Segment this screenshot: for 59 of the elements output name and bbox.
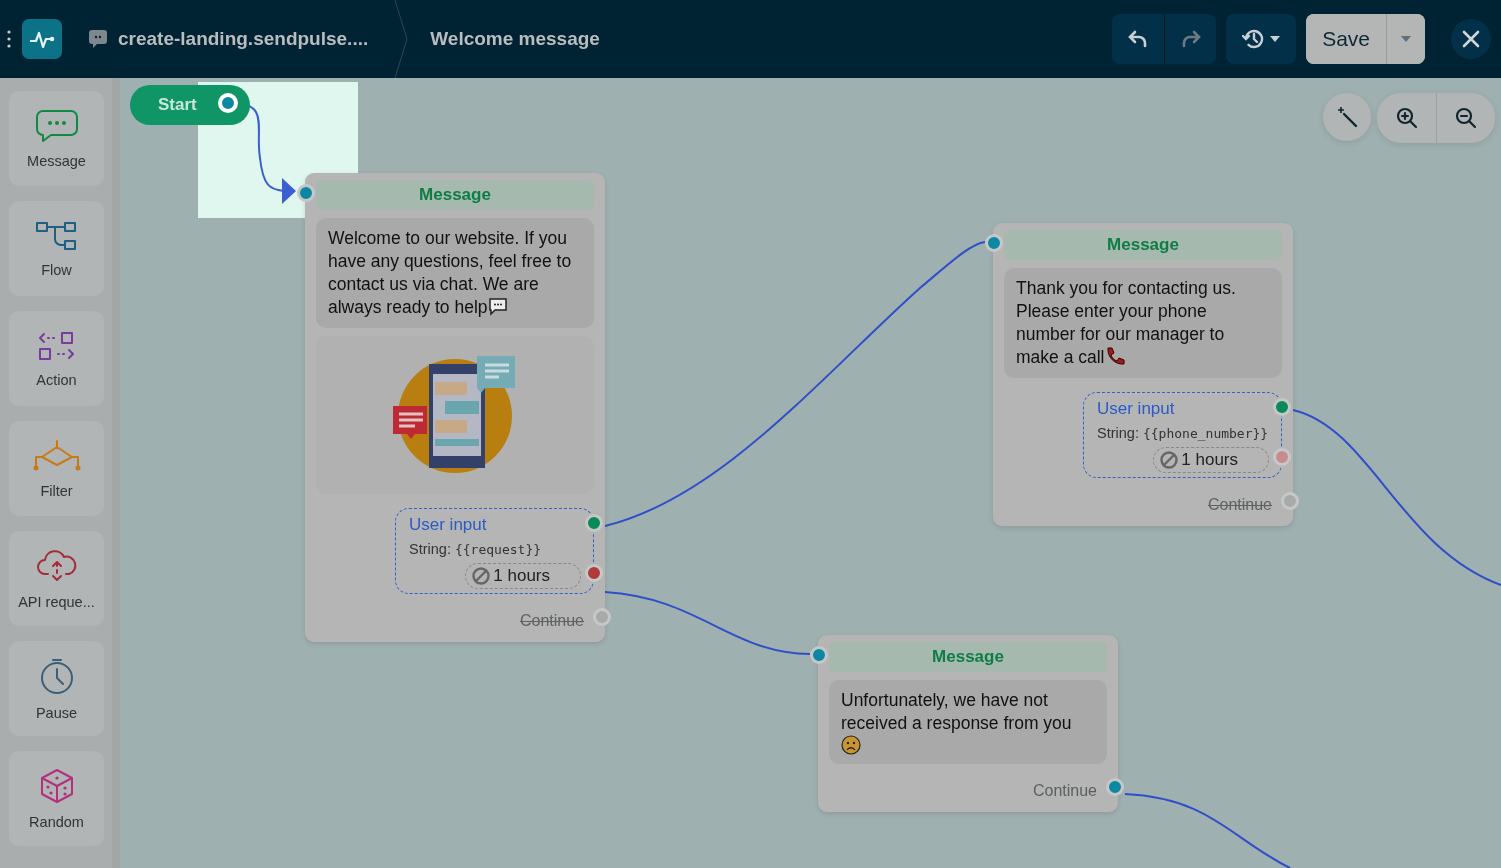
flow-diagram-icon [34, 219, 79, 252]
node-title: Message [316, 180, 594, 210]
timeout-label: 1 hours [1181, 450, 1238, 470]
blocked-icon [472, 567, 491, 585]
caret-icon [1270, 36, 1281, 42]
filter-branch-icon [31, 438, 82, 473]
continue-label: Continue [519, 612, 584, 630]
continue-label: Continue [1032, 782, 1097, 800]
message-bubble: Unfortunately, we have not received a response from you [829, 680, 1107, 764]
history-icon [1242, 29, 1265, 49]
save-options-button[interactable] [1386, 14, 1425, 64]
speech-bubble-icon [487, 298, 508, 316]
message-bubble: Welcome to our website. If you have any questions, feel free to contact us via chat. We are always ready to help [316, 218, 594, 328]
block-type-tile[interactable]: Action [9, 311, 104, 406]
undo-icon [1128, 29, 1149, 49]
pulse-logo[interactable] [22, 19, 62, 59]
output-port[interactable] [585, 514, 603, 532]
redo-button[interactable] [1164, 14, 1217, 64]
output-port[interactable] [1273, 398, 1291, 416]
continue-label: Continue [1207, 496, 1272, 514]
input-port[interactable] [985, 234, 1003, 252]
magic-wand-icon [1336, 106, 1358, 128]
timeout-port[interactable] [585, 564, 603, 582]
action-arrows-icon [37, 329, 76, 362]
variable-label: String: {{request}} [409, 541, 543, 557]
timer-icon [38, 656, 75, 695]
block-type-tile[interactable]: API reque... [9, 531, 104, 626]
block-type-tile[interactable]: Filter [9, 421, 104, 516]
message-bubble: Thank you for contacting us. Please enter your phone number for our manager to make a call [1004, 268, 1282, 378]
user-input-title: User input [1097, 399, 1176, 419]
more-vertical-icon[interactable] [6, 29, 12, 49]
message-node[interactable]: Message Unfortunately, we have not received a response from you Continue [818, 635, 1118, 812]
close-button[interactable] [1451, 19, 1491, 59]
node-title: Message [1004, 230, 1282, 260]
chat-bubble-icon [34, 108, 79, 143]
node-title: Message [829, 642, 1107, 672]
cloud-sync-icon [35, 547, 78, 584]
block-type-tile[interactable]: Random [9, 751, 104, 846]
block-type-tile[interactable]: Message [9, 91, 104, 186]
magic-wand-button[interactable] [1323, 93, 1371, 141]
bot-name[interactable]: create-landing.sendpulse.... [118, 28, 369, 50]
worried-face-icon [841, 735, 861, 755]
block-type-tile[interactable]: Flow [9, 201, 104, 296]
block-type-tile[interactable]: Pause [9, 641, 104, 736]
blocked-icon [1160, 451, 1179, 469]
close-icon [1462, 30, 1480, 48]
timeout-label: 1 hours [493, 566, 550, 586]
zoom-out-icon [1455, 107, 1477, 129]
zoom-in-icon [1395, 107, 1418, 129]
telephone-receiver-icon [1104, 346, 1125, 366]
input-port[interactable] [810, 646, 828, 664]
continue-port[interactable] [1106, 778, 1124, 796]
user-input-title: User input [409, 515, 488, 535]
chat-icon [88, 29, 108, 49]
dice-icon [38, 767, 75, 804]
flow-name: Welcome message [429, 28, 600, 50]
redo-icon [1180, 29, 1201, 49]
variable-label: String: {{phone_number}} [1097, 425, 1269, 441]
caret-icon [1401, 36, 1411, 42]
